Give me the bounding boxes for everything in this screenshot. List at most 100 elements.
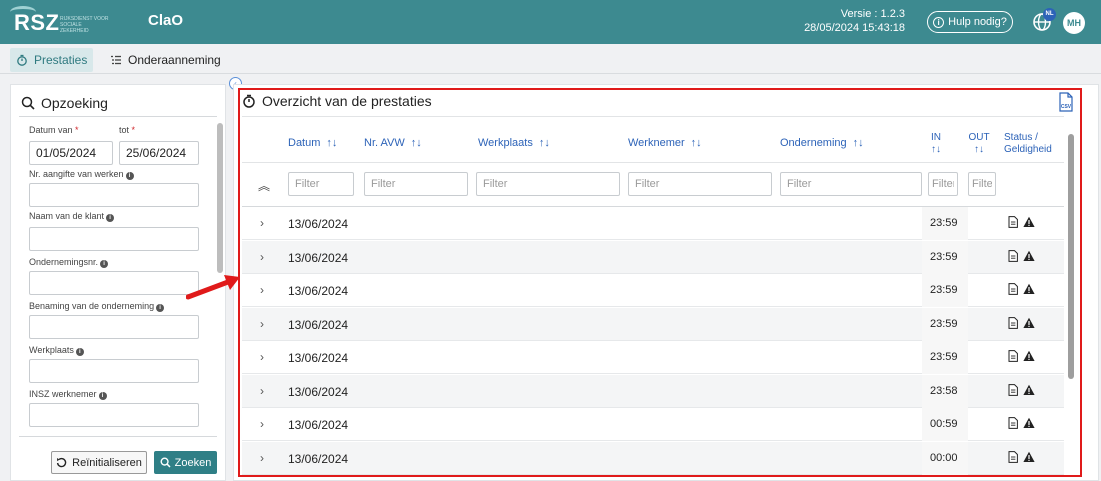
info-icon: i bbox=[98, 392, 107, 400]
divider bbox=[242, 162, 1064, 163]
filter-onderneming[interactable] bbox=[780, 172, 922, 196]
sort-icon: ↑↓ bbox=[690, 137, 702, 149]
warning-icon[interactable] bbox=[1023, 384, 1035, 396]
table-row[interactable]: › 13/06/2024 23:59 bbox=[242, 307, 1064, 341]
warning-icon[interactable] bbox=[1023, 451, 1035, 463]
tab-onderaanneming[interactable]: Onderaanneming bbox=[104, 48, 227, 72]
benaming-input[interactable] bbox=[29, 315, 199, 339]
search-panel-title-text: Opzoeking bbox=[41, 95, 108, 111]
language-globe-icon[interactable]: NL bbox=[1032, 8, 1056, 32]
document-icon[interactable] bbox=[1008, 350, 1018, 362]
warning-icon[interactable] bbox=[1023, 216, 1035, 228]
help-button[interactable]: i Hulp nodig? bbox=[927, 11, 1013, 33]
warning-icon[interactable] bbox=[1023, 417, 1035, 429]
table-row[interactable]: › 13/06/2024 23:59 bbox=[242, 207, 1064, 240]
field-label-werkplaats: Werkplaats i bbox=[29, 345, 84, 356]
column-header-onderneming[interactable]: Onderneming ↑↓ bbox=[780, 137, 864, 149]
chevron-right-icon[interactable]: › bbox=[260, 350, 264, 364]
table-row[interactable]: › 13/06/2024 00:59 bbox=[242, 408, 1064, 441]
chevron-right-icon[interactable]: › bbox=[260, 250, 264, 264]
logo-subtext: RIJKSDIENST VOOR SOCIALE ZEKERHEID bbox=[60, 16, 109, 34]
field-label-ondernemingsnr: Ondernemingsnr. i bbox=[29, 257, 109, 268]
cell-datum: 13/06/2024 bbox=[288, 284, 349, 298]
document-icon[interactable] bbox=[1008, 216, 1018, 228]
chevron-right-icon[interactable]: › bbox=[260, 451, 264, 465]
cell-in: 23:59 bbox=[930, 217, 958, 229]
warning-icon[interactable] bbox=[1023, 350, 1035, 362]
filter-werknemer[interactable] bbox=[628, 172, 772, 196]
search-button[interactable]: Zoeken bbox=[154, 451, 217, 474]
table-scrollbar[interactable] bbox=[1068, 134, 1074, 379]
cell-in: 23:58 bbox=[930, 384, 958, 397]
document-icon[interactable] bbox=[1008, 450, 1018, 463]
filter-out[interactable] bbox=[968, 172, 996, 196]
cell-in: 00:00 bbox=[930, 451, 958, 464]
warning-icon[interactable] bbox=[1023, 283, 1035, 295]
search-panel-title: Opzoeking bbox=[21, 95, 108, 111]
date-from-label: Datum van * bbox=[29, 125, 79, 135]
cell-in: 23:59 bbox=[930, 317, 958, 330]
aangifte-input[interactable] bbox=[29, 183, 199, 207]
document-icon[interactable] bbox=[1008, 283, 1018, 295]
date-to-input[interactable] bbox=[119, 141, 199, 165]
column-header-in[interactable]: IN ↑↓ bbox=[928, 132, 944, 156]
overview-title-text: Overzicht van de prestaties bbox=[262, 93, 432, 109]
info-icon: i bbox=[933, 16, 945, 28]
filter-werkplaats[interactable] bbox=[476, 172, 620, 196]
search-label: Zoeken bbox=[174, 456, 212, 469]
chevron-right-icon[interactable]: › bbox=[260, 216, 264, 230]
document-icon[interactable] bbox=[1008, 249, 1018, 262]
warning-icon[interactable] bbox=[1023, 317, 1035, 329]
search-panel-scrollbar[interactable] bbox=[217, 123, 223, 273]
help-label: Hulp nodig? bbox=[948, 16, 1007, 28]
filter-datum[interactable] bbox=[288, 172, 354, 196]
reset-label: Reïnitialiseren bbox=[72, 456, 142, 469]
tab-prestaties[interactable]: Prestaties bbox=[10, 48, 94, 72]
stopwatch-icon bbox=[17, 54, 27, 66]
cell-datum: 13/06/2024 bbox=[288, 351, 349, 365]
user-avatar[interactable]: MH bbox=[1063, 12, 1085, 34]
chevron-right-icon[interactable]: › bbox=[260, 317, 264, 331]
divider bbox=[19, 436, 217, 437]
chevron-right-icon[interactable]: › bbox=[260, 384, 264, 398]
collapse-all-icon[interactable]: ︽ bbox=[258, 177, 270, 194]
date-from-input[interactable] bbox=[29, 141, 113, 165]
column-header-out[interactable]: OUT ↑↓ bbox=[968, 132, 990, 156]
column-header-werknemer[interactable]: Werknemer ↑↓ bbox=[628, 137, 702, 149]
column-header-nr-avw[interactable]: Nr. AVW ↑↓ bbox=[364, 137, 422, 149]
sort-icon: ↑↓ bbox=[538, 137, 550, 149]
rsz-logo[interactable]: RSZ RIJKSDIENST VOOR SOCIALE ZEKERHEID bbox=[8, 6, 118, 38]
column-header-datum[interactable]: Datum ↑↓ bbox=[288, 137, 337, 149]
field-label-aangifte: Nr. aangifte van werken i bbox=[29, 169, 134, 180]
table-row[interactable]: › 13/06/2024 23:59 bbox=[242, 341, 1064, 374]
cell-in: 23:59 bbox=[930, 250, 958, 263]
document-icon[interactable] bbox=[1008, 383, 1018, 396]
insz-input[interactable] bbox=[29, 403, 199, 427]
werkplaats-input[interactable] bbox=[29, 359, 199, 383]
table-row[interactable]: › 13/06/2024 23:58 bbox=[242, 374, 1064, 408]
ondernemingsnr-input[interactable] bbox=[29, 271, 199, 295]
column-header-werkplaats[interactable]: Werkplaats ↑↓ bbox=[478, 137, 550, 149]
chevron-right-icon[interactable]: › bbox=[260, 283, 264, 297]
divider bbox=[19, 116, 217, 117]
column-header-status[interactable]: Status / Geldigheid bbox=[1004, 132, 1058, 156]
cell-datum: 13/06/2024 bbox=[288, 317, 349, 332]
cell-in: 23:59 bbox=[930, 351, 958, 363]
csv-icon[interactable]: CSV bbox=[1058, 92, 1074, 112]
klant-input[interactable] bbox=[29, 227, 199, 251]
document-icon[interactable] bbox=[1008, 417, 1018, 429]
version-number: Versie : 1.2.3 bbox=[840, 8, 905, 20]
filter-in[interactable] bbox=[928, 172, 958, 196]
table-row[interactable]: › 13/06/2024 23:59 bbox=[242, 274, 1064, 307]
cell-datum: 13/06/2024 bbox=[288, 250, 349, 265]
info-icon: i bbox=[156, 304, 165, 312]
chevron-right-icon[interactable]: › bbox=[260, 417, 264, 431]
table-row[interactable]: › 13/06/2024 00:00 bbox=[242, 441, 1064, 475]
document-icon[interactable] bbox=[1008, 316, 1018, 329]
table-row[interactable]: › 13/06/2024 23:59 bbox=[242, 240, 1064, 274]
sort-icon: ↑↓ bbox=[974, 144, 984, 155]
field-label-insz: INSZ werknemer i bbox=[29, 389, 107, 400]
filter-nr-avw[interactable] bbox=[364, 172, 468, 196]
reset-button[interactable]: Reïnitialiseren bbox=[51, 451, 147, 474]
warning-icon[interactable] bbox=[1023, 250, 1035, 262]
